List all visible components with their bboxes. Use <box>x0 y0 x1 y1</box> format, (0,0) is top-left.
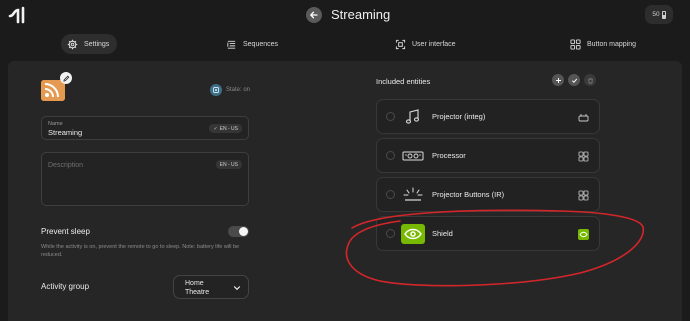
nvidia-small-icon <box>578 229 589 240</box>
remote-state-glyph <box>213 87 219 93</box>
tab-settings[interactable]: Settings <box>61 34 118 54</box>
state-text: State: on <box>226 87 251 93</box>
ir-remote-icon <box>578 151 589 162</box>
entity-row-projector-integ[interactable]: Projector (integ) <box>376 99 600 134</box>
edit-icon-button[interactable] <box>60 72 72 84</box>
description-field[interactable]: Description EN - US <box>41 152 249 206</box>
description-placeholder: Description <box>48 162 84 169</box>
user-interface-icon <box>395 39 406 49</box>
arrow-left-icon <box>310 11 318 19</box>
prevent-sleep-label: Prevent sleep <box>41 227 90 236</box>
chevron-down-icon <box>233 286 241 291</box>
description-language-label: EN - US <box>219 161 238 168</box>
battery-icon <box>661 10 666 19</box>
tab-sequences[interactable]: Sequences <box>226 34 278 54</box>
gear-icon <box>67 39 78 49</box>
entity-row-processor[interactable]: Processor <box>376 138 600 173</box>
check-icon: ✓ <box>213 125 218 132</box>
battery-indicator: 50 <box>645 5 673 24</box>
back-button[interactable] <box>306 7 322 23</box>
tab-sequences-label: Sequences <box>243 40 279 48</box>
ir-beam-icon <box>403 187 423 201</box>
tab-user-interface[interactable]: User interface <box>395 34 456 54</box>
sequences-icon <box>227 40 236 49</box>
rss-icon[interactable] <box>41 80 65 101</box>
name-field-label: Name <box>48 121 63 127</box>
prevent-sleep-toggle[interactable] <box>228 226 249 237</box>
page-title: Streaming <box>331 7 391 22</box>
button-mapping-icon <box>570 38 581 50</box>
tab-button-mapping[interactable]: Button mapping <box>570 34 636 54</box>
entity-select-radio[interactable] <box>386 112 395 121</box>
name-field[interactable]: Name Streaming ✓ EN - US <box>41 116 249 140</box>
entity-select-radio[interactable] <box>386 151 395 160</box>
toggle-knob <box>239 227 248 236</box>
integration-icon <box>578 114 589 122</box>
nvidia-shield-icon <box>401 224 425 244</box>
music-note-icon <box>405 109 420 124</box>
entity-row-shield[interactable]: Shield <box>376 216 600 251</box>
check-icon <box>571 78 577 83</box>
plus-icon <box>555 77 561 83</box>
entity-name: Shield <box>432 229 453 238</box>
state-indicator: State: on <box>210 84 250 96</box>
name-field-value: Streaming <box>48 128 83 137</box>
confirm-entities-button[interactable] <box>568 74 580 86</box>
entity-name: Projector (integ) <box>432 112 486 121</box>
activity-group-select[interactable]: Home Theatre <box>173 275 249 299</box>
description-language-selector[interactable]: EN - US <box>215 160 242 169</box>
entity-row-projector-buttons-ir[interactable]: Projector Buttons (IR) <box>376 177 600 212</box>
activity-group-value: Home Theatre <box>185 280 210 296</box>
name-language-selector[interactable]: ✓ EN - US <box>209 124 242 133</box>
entity-select-radio[interactable] <box>386 190 395 199</box>
processor-device-icon <box>402 151 424 161</box>
ir-remote-icon <box>578 190 589 201</box>
delete-entity-button[interactable] <box>584 74 596 86</box>
state-icon <box>210 84 222 96</box>
entity-name: Projector Buttons (IR) <box>432 190 505 199</box>
included-entities-title: Included entities <box>376 77 431 86</box>
entity-select-radio[interactable] <box>386 229 395 238</box>
app-logo-icon <box>8 6 25 24</box>
pencil-icon <box>62 75 69 82</box>
entity-name: Processor <box>432 151 466 160</box>
tab-button-mapping-label: Button mapping <box>587 40 637 48</box>
add-entity-button[interactable] <box>552 74 564 86</box>
name-language-label: EN - US <box>219 125 238 132</box>
tab-settings-label: Settings <box>84 40 110 48</box>
trash-icon <box>587 77 593 83</box>
prevent-sleep-help: While the activity is on, prevent the re… <box>41 244 240 258</box>
tab-user-interface-label: User interface <box>412 40 456 48</box>
activity-group-label: Activity group <box>41 282 90 291</box>
rss-glyph <box>41 80 65 101</box>
battery-level: 50 <box>652 11 660 18</box>
